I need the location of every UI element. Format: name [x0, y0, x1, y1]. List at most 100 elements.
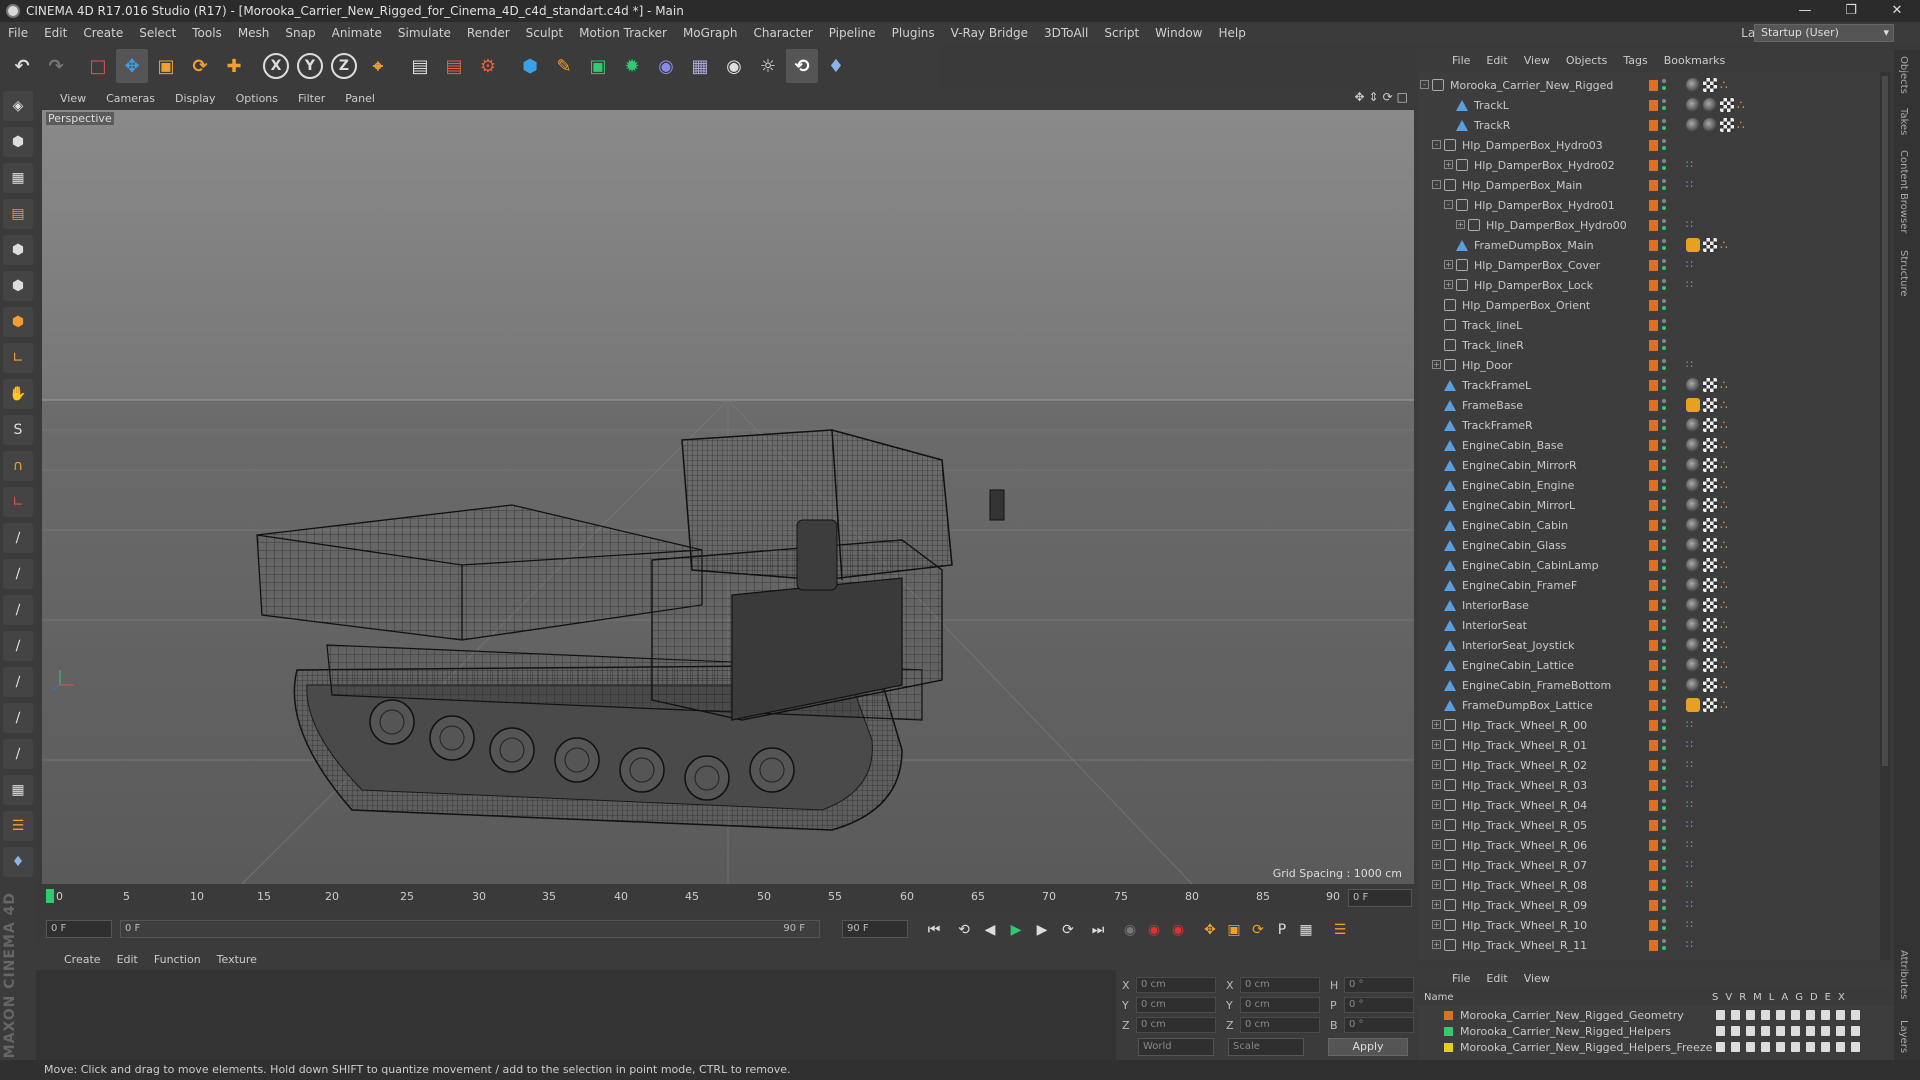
- layer-color-swatch[interactable]: [1649, 740, 1658, 751]
- render-visibility-dot[interactable]: [1662, 646, 1666, 650]
- layer-flag-toggle[interactable]: [1791, 1010, 1800, 1020]
- z-axis-lock-button[interactable]: Z: [328, 49, 360, 83]
- render-visibility-dot[interactable]: [1662, 866, 1666, 870]
- editor-visibility-dot[interactable]: [1662, 479, 1666, 483]
- weight-tag-icon[interactable]: ∴: [1720, 518, 1734, 532]
- render-visibility-dot[interactable]: [1662, 666, 1666, 670]
- object-name[interactable]: EngineCabin_Engine: [1462, 479, 1574, 492]
- layer-flag-toggle[interactable]: [1761, 1042, 1770, 1052]
- layer-color-swatch[interactable]: [1649, 380, 1658, 391]
- render-visibility-dot[interactable]: [1662, 846, 1666, 850]
- editor-visibility-dot[interactable]: [1662, 559, 1666, 563]
- texture-tag-icon[interactable]: [1703, 458, 1717, 472]
- layer-color-swatch[interactable]: [1649, 360, 1658, 371]
- material-tag-icon[interactable]: [1686, 618, 1700, 632]
- layer-color-swatch[interactable]: [1649, 460, 1658, 471]
- render-visibility-dot[interactable]: [1662, 406, 1666, 410]
- layer-col-xref[interactable]: X: [1838, 992, 1845, 1003]
- editor-visibility-dot[interactable]: [1662, 79, 1666, 83]
- editor-visibility-dot[interactable]: [1662, 759, 1666, 763]
- object-name[interactable]: EngineCabin_Base: [1462, 439, 1563, 452]
- render-visibility-dot[interactable]: [1662, 906, 1666, 910]
- constraint-tag-icon[interactable]: ∷: [1686, 858, 1700, 872]
- previous-frame-button[interactable]: ◀: [978, 918, 1002, 942]
- anchor-tag-icon[interactable]: [1686, 698, 1700, 712]
- expand-icon[interactable]: +: [1432, 920, 1441, 929]
- layer-color-swatch[interactable]: [1649, 800, 1658, 811]
- layer-color-swatch[interactable]: [1649, 840, 1658, 851]
- weight-tag-icon[interactable]: ∴: [1720, 698, 1734, 712]
- close-button[interactable]: ✕: [1874, 0, 1920, 22]
- layer-color-swatch[interactable]: [1649, 100, 1658, 111]
- object-row[interactable]: - Hlp_DamperBox_Hydro03: [1418, 136, 1890, 156]
- layer-color-swatch[interactable]: [1649, 240, 1658, 251]
- render-visibility-dot[interactable]: [1662, 826, 1666, 830]
- menu-animate[interactable]: Animate: [324, 26, 390, 40]
- timeline-settings-button[interactable]: ☰: [1328, 918, 1352, 942]
- layer-color-swatch[interactable]: [1649, 680, 1658, 691]
- layer-color-swatch[interactable]: [1649, 260, 1658, 271]
- menu-mesh[interactable]: Mesh: [230, 26, 278, 40]
- timeline-playhead[interactable]: [46, 889, 54, 903]
- editor-visibility-dot[interactable]: [1662, 699, 1666, 703]
- render-visibility-dot[interactable]: [1662, 126, 1666, 130]
- key-rotation-button[interactable]: ⟳: [1246, 918, 1270, 942]
- render-visibility-dot[interactable]: [1662, 266, 1666, 270]
- object-menu-tags[interactable]: Tags: [1615, 54, 1655, 67]
- layer-flag-toggle[interactable]: [1761, 1026, 1770, 1036]
- material-menu-create[interactable]: Create: [56, 953, 109, 966]
- expand-icon[interactable]: +: [1456, 220, 1465, 229]
- object-row[interactable]: + Hlp_Track_Wheel_R_01 ∷: [1418, 736, 1890, 756]
- material-tag-icon[interactable]: [1686, 78, 1700, 92]
- constraint-tag-icon[interactable]: ∷: [1686, 158, 1700, 172]
- render-visibility-dot[interactable]: [1662, 426, 1666, 430]
- expand-icon[interactable]: +: [1432, 860, 1441, 869]
- layer-flag-toggle[interactable]: [1716, 1042, 1725, 1052]
- editor-visibility-dot[interactable]: [1662, 859, 1666, 863]
- object-row[interactable]: + Hlp_DamperBox_Hydro00 ∷: [1418, 216, 1890, 236]
- frame-range-slider[interactable]: 0 F 90 F: [120, 920, 820, 938]
- object-row[interactable]: TrackR ∴: [1418, 116, 1890, 136]
- layer-color-swatch[interactable]: [1444, 1043, 1453, 1052]
- render-visibility-dot[interactable]: [1662, 726, 1666, 730]
- layer-color-swatch[interactable]: [1649, 720, 1658, 731]
- collapse-icon[interactable]: -: [1444, 200, 1453, 209]
- object-name[interactable]: Hlp_Door: [1462, 359, 1512, 372]
- editor-visibility-dot[interactable]: [1662, 379, 1666, 383]
- layer-color-swatch[interactable]: [1649, 480, 1658, 491]
- texture-mode-button[interactable]: ▦: [3, 163, 33, 193]
- editor-visibility-dot[interactable]: [1662, 919, 1666, 923]
- editor-visibility-dot[interactable]: [1662, 719, 1666, 723]
- layer-color-swatch[interactable]: [1649, 120, 1658, 131]
- anchor-tag-icon[interactable]: [1686, 398, 1700, 412]
- menu-3dtoall[interactable]: 3DToAll: [1036, 26, 1096, 40]
- texture-tag-icon[interactable]: [1703, 578, 1717, 592]
- grid-button[interactable]: ▦: [3, 775, 33, 805]
- key-position-button[interactable]: ✥: [1198, 918, 1222, 942]
- rotate-view-icon[interactable]: ⟳: [1383, 90, 1393, 104]
- constraint-tag-icon[interactable]: ∷: [1686, 278, 1700, 292]
- layer-flag-toggle[interactable]: [1776, 1026, 1785, 1036]
- render-visibility-dot[interactable]: [1662, 166, 1666, 170]
- layer-color-swatch[interactable]: [1649, 280, 1658, 291]
- object-row[interactable]: EngineCabin_MirrorL ∴: [1418, 496, 1890, 516]
- menu-file[interactable]: File: [0, 26, 36, 40]
- material-tag-icon[interactable]: [1686, 558, 1700, 572]
- minimize-button[interactable]: —: [1782, 0, 1828, 22]
- constraint-tag-icon[interactable]: ∷: [1686, 818, 1700, 832]
- material-tag-icon[interactable]: [1686, 478, 1700, 492]
- object-name[interactable]: TrackR: [1474, 119, 1510, 132]
- weight-tag-icon[interactable]: ∴: [1720, 418, 1734, 432]
- menu-vray-bridge[interactable]: V-Ray Bridge: [943, 26, 1036, 40]
- object-row[interactable]: + Hlp_Track_Wheel_R_10 ∷: [1418, 916, 1890, 936]
- constraint-tag-icon[interactable]: ∷: [1686, 878, 1700, 892]
- editor-visibility-dot[interactable]: [1662, 799, 1666, 803]
- material-tag-icon[interactable]: [1703, 98, 1717, 112]
- render-visibility-dot[interactable]: [1662, 706, 1666, 710]
- object-row[interactable]: + Hlp_Track_Wheel_R_03 ∷: [1418, 776, 1890, 796]
- object-name[interactable]: Hlp_Track_Wheel_R_09: [1462, 899, 1587, 912]
- layer-color-swatch[interactable]: [1649, 520, 1658, 531]
- sculpt-brush-2-button[interactable]: ∕: [3, 559, 33, 589]
- layout-dropdown[interactable]: Startup (User) ▾: [1754, 24, 1894, 42]
- render-visibility-dot[interactable]: [1662, 626, 1666, 630]
